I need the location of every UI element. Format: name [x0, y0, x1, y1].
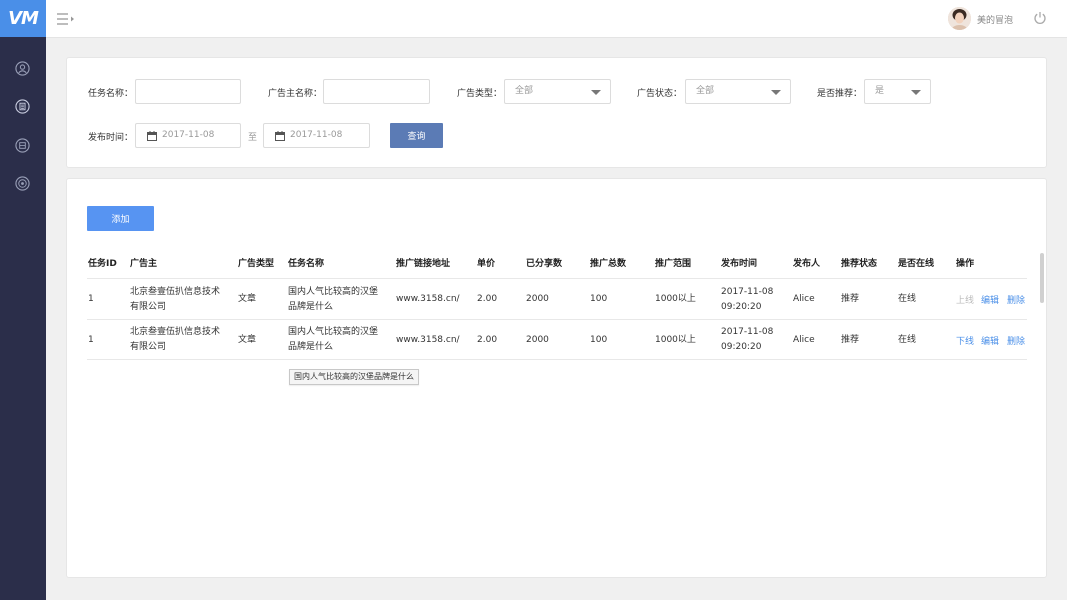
column-header-publish-time: 发布时间: [721, 259, 758, 269]
chevron-down-icon: [911, 90, 921, 95]
cell-advertiser-line2: 有限公司: [130, 302, 167, 312]
recommend-label: 是否推荐：: [817, 89, 863, 99]
column-header-range: 推广范围: [655, 259, 692, 269]
cell-ad-type: 文章: [238, 294, 257, 304]
ad-type-select[interactable]: 全部: [504, 79, 611, 104]
cell-task-name-line1: 国内人气比较高的汉堡: [288, 327, 379, 337]
username[interactable]: 美的冒泡: [977, 13, 1013, 26]
cell-url: www.3158.cn/: [396, 335, 460, 345]
publish-time-label: 发布时间：: [88, 133, 134, 143]
offline-toggle-link[interactable]: 下线: [956, 334, 974, 347]
cell-task-id: 1: [88, 294, 94, 304]
column-header-actions: 操作: [956, 259, 975, 269]
cell-online: 在线: [898, 335, 917, 345]
edit-link[interactable]: 编辑: [981, 293, 999, 306]
recommend-select[interactable]: 是: [864, 79, 931, 104]
media-icon[interactable]: [15, 138, 30, 153]
cell-shared: 2000: [526, 335, 549, 345]
menu-toggle-icon[interactable]: [57, 12, 75, 26]
cell-publish-time: 09:20:20: [721, 342, 762, 352]
filter-panel: 任务名称： 广告主名称： 广告类型： 全部 广告状态： 全部 是否推荐： 是 发…: [66, 57, 1047, 168]
cell-price: 2.00: [477, 294, 498, 304]
cell-advertiser-line2: 有限公司: [130, 342, 167, 352]
calendar-icon: [147, 131, 157, 141]
advertiser-input[interactable]: [323, 79, 430, 104]
ad-status-label: 广告状态：: [637, 89, 683, 99]
top-header: 美的冒泡: [46, 0, 1067, 38]
user-icon[interactable]: [15, 61, 30, 76]
cell-task-name-line2: 品牌是什么: [288, 302, 334, 312]
cell-range: 1000以上: [655, 335, 696, 345]
delete-link[interactable]: 删除: [1007, 293, 1025, 306]
power-icon[interactable]: [1033, 11, 1047, 25]
cell-total: 100: [590, 294, 608, 304]
task-name-tooltip: 国内人气比较高的汉堡品牌是什么: [289, 369, 419, 385]
cell-publish-time: 09:20:20: [721, 302, 762, 312]
chevron-down-icon: [591, 90, 601, 95]
cell-url: www.3158.cn/: [396, 294, 460, 304]
column-header-url: 推广链接地址: [396, 259, 451, 269]
date-from-input[interactable]: 2017-11-08: [135, 123, 241, 148]
date-to-input[interactable]: 2017-11-08: [263, 123, 370, 148]
column-header-online: 是否在线: [898, 259, 935, 269]
cell-publish-date: 2017-11-08: [721, 287, 774, 297]
cell-task-name-line1: 国内人气比较高的汉堡: [288, 287, 379, 297]
chevron-down-icon: [771, 90, 781, 95]
advertiser-label: 广告主名称：: [268, 89, 323, 99]
column-header-total: 推广总数: [590, 259, 627, 269]
row-divider: [87, 359, 1027, 360]
cell-publish-date: 2017-11-08: [721, 327, 774, 337]
date-to-value: 2017-11-08: [290, 130, 343, 140]
cell-recommend: 推荐: [841, 294, 860, 304]
cell-online: 在线: [898, 294, 917, 304]
column-header-price: 单价: [477, 259, 496, 269]
cell-task-id: 1: [88, 335, 94, 345]
task-table-panel: 添加 任务ID 广告主 广告类型 任务名称 推广链接地址 单价 已分享数 推广总…: [66, 178, 1047, 578]
cell-task-name-line2: 品牌是什么: [288, 342, 334, 352]
column-header-ad-type: 广告类型: [238, 259, 275, 269]
ad-status-value: 全部: [696, 86, 715, 96]
row-divider: [87, 319, 1027, 320]
query-button[interactable]: 查询: [390, 123, 443, 148]
add-button[interactable]: 添加: [87, 206, 154, 231]
task-name-input[interactable]: [135, 79, 241, 104]
column-header-publisher: 发布人: [793, 259, 821, 269]
cell-ad-type: 文章: [238, 335, 257, 345]
table-scrollbar[interactable]: [1040, 253, 1044, 303]
cell-recommend: 推荐: [841, 335, 860, 345]
calendar-icon: [275, 131, 285, 141]
avatar[interactable]: [948, 7, 971, 30]
date-range-separator: 至: [248, 133, 258, 143]
cell-total: 100: [590, 335, 608, 345]
ad-status-select[interactable]: 全部: [685, 79, 791, 104]
column-header-advertiser: 广告主: [130, 259, 158, 269]
app-logo[interactable]: VM: [0, 0, 46, 37]
cell-advertiser-line1: 北京叁壹伍扒信息技术: [130, 287, 221, 297]
ad-type-value: 全部: [515, 86, 534, 96]
column-header-recommend: 推荐状态: [841, 259, 878, 269]
document-icon[interactable]: [15, 99, 30, 114]
sidebar: VM: [0, 0, 46, 600]
cell-publisher: Alice: [793, 335, 815, 345]
date-from-value: 2017-11-08: [162, 130, 215, 140]
cell-publisher: Alice: [793, 294, 815, 304]
delete-link[interactable]: 删除: [1007, 334, 1025, 347]
task-name-label: 任务名称：: [88, 89, 134, 99]
edit-link[interactable]: 编辑: [981, 334, 999, 347]
cell-shared: 2000: [526, 294, 549, 304]
column-header-task-id: 任务ID: [88, 259, 117, 269]
column-header-task-name: 任务名称: [288, 259, 325, 269]
column-header-shared: 已分享数: [526, 259, 563, 269]
online-toggle-link[interactable]: 上线: [956, 293, 974, 306]
header-divider: [87, 278, 1027, 279]
cell-range: 1000以上: [655, 294, 696, 304]
cell-price: 2.00: [477, 335, 498, 345]
target-icon[interactable]: [15, 176, 30, 191]
recommend-value: 是: [875, 86, 885, 96]
ad-type-label: 广告类型：: [457, 89, 503, 99]
cell-advertiser-line1: 北京叁壹伍扒信息技术: [130, 327, 221, 337]
